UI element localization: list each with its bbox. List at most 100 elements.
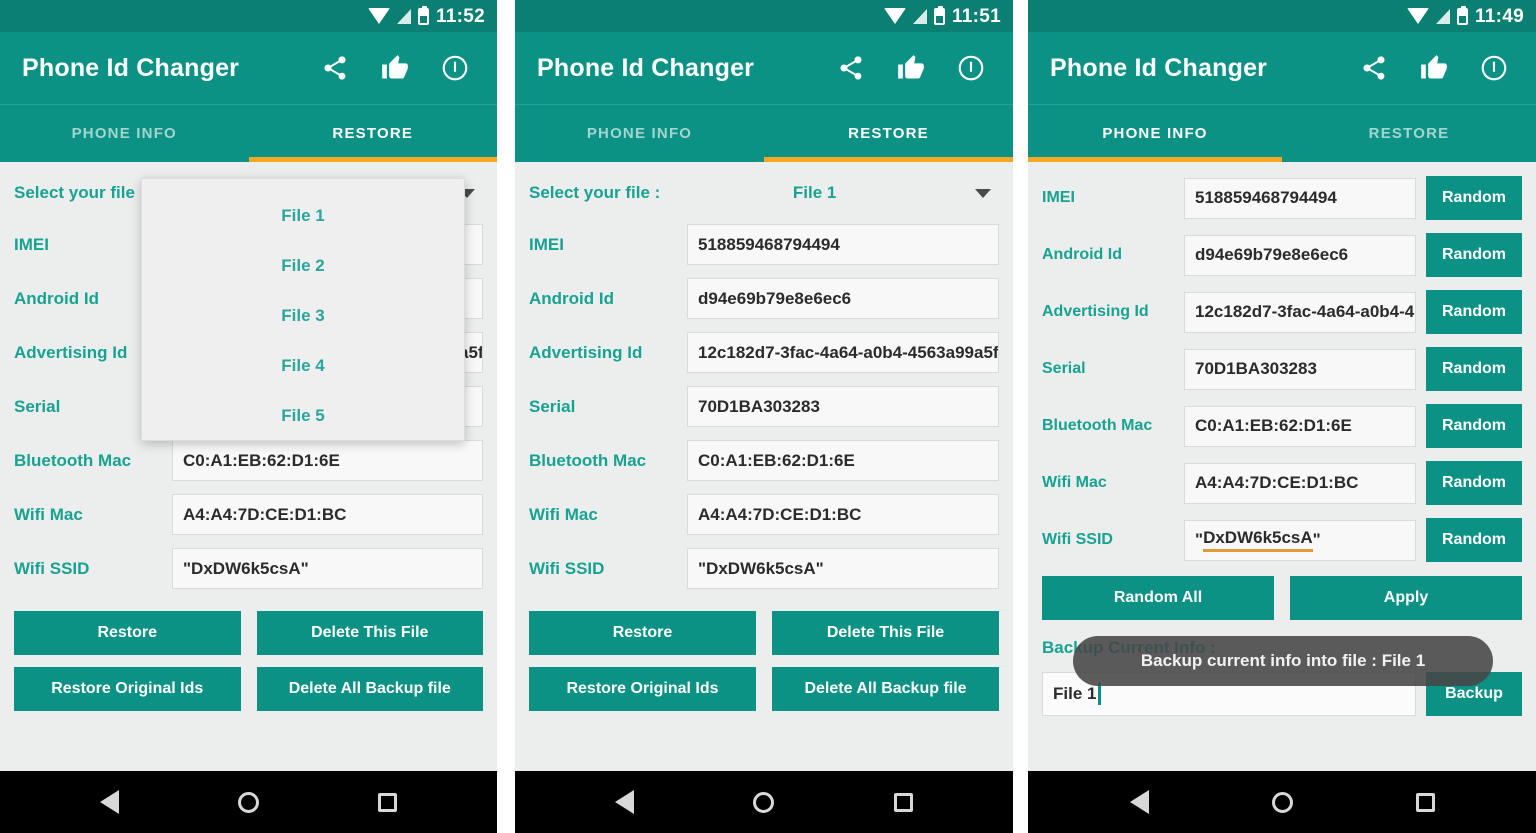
random-serial-button[interactable]: Random bbox=[1426, 347, 1522, 391]
nav-recents-icon[interactable] bbox=[1415, 792, 1435, 812]
field-row-wifi-mac: Wifi Mac A4:A4:7D:CE:D1:BC bbox=[14, 494, 483, 535]
bluetooth-mac-field[interactable]: C0:A1:EB:62:D1:6E bbox=[687, 440, 999, 481]
random-wifi-ssid-button[interactable]: Random bbox=[1426, 518, 1522, 562]
random-wifi-mac-button[interactable]: Random bbox=[1426, 461, 1522, 505]
advertising-id-label: Advertising Id bbox=[14, 342, 128, 362]
app-bar: Phone Id Changer bbox=[1028, 32, 1536, 104]
random-advertising-id-button[interactable]: Random bbox=[1426, 290, 1522, 334]
dropdown-option-file-2[interactable]: File 2 bbox=[142, 241, 464, 291]
nav-recents-icon[interactable] bbox=[894, 792, 914, 812]
share-icon[interactable] bbox=[835, 52, 867, 84]
bluetooth-mac-field[interactable]: C0:A1:EB:62:D1:6E bbox=[172, 440, 483, 481]
restore-original-ids-button[interactable]: Restore Original Ids bbox=[14, 667, 241, 711]
wifi-mac-field[interactable]: A4:A4:7D:CE:D1:BC bbox=[1184, 462, 1416, 504]
wifi-ssid-field[interactable]: "DxDW6k5csA" bbox=[1184, 519, 1416, 561]
restore-actions: Restore Delete This File Restore Origina… bbox=[14, 611, 483, 711]
thumbs-up-icon[interactable] bbox=[379, 52, 411, 84]
serial-field[interactable]: 70D1BA303283 bbox=[1184, 348, 1416, 390]
tab-phone-info[interactable]: PHONE INFO bbox=[515, 105, 764, 162]
imei-field[interactable]: 518859468794494 bbox=[687, 224, 999, 265]
advertising-id-label: Advertising Id bbox=[1042, 303, 1149, 320]
android-id-label: Android Id bbox=[529, 288, 614, 308]
tab-phone-info[interactable]: PHONE INFO bbox=[1028, 105, 1282, 162]
file-dropdown-menu[interactable]: File 1 File 2 File 3 File 4 File 5 bbox=[141, 178, 465, 441]
random-android-id-button[interactable]: Random bbox=[1426, 233, 1522, 277]
nav-back-icon[interactable] bbox=[99, 790, 119, 814]
dropdown-option-file-5[interactable]: File 5 bbox=[142, 391, 464, 441]
random-all-button[interactable]: Random All bbox=[1042, 576, 1274, 620]
share-icon[interactable] bbox=[319, 52, 351, 84]
restore-original-ids-button[interactable]: Restore Original Ids bbox=[529, 667, 756, 711]
field-row-bluetooth-mac: Bluetooth Mac C0:A1:EB:62:D1:6E Random bbox=[1042, 404, 1522, 448]
file-selector-row[interactable]: Select your file : File 1 bbox=[529, 162, 999, 224]
tab-bar: PHONE INFO RESTORE bbox=[1028, 104, 1536, 162]
tab-restore[interactable]: RESTORE bbox=[1282, 105, 1536, 162]
app-bar-actions bbox=[319, 52, 479, 84]
wifi-mac-field[interactable]: A4:A4:7D:CE:D1:BC bbox=[687, 494, 999, 535]
restore-button[interactable]: Restore bbox=[529, 611, 756, 655]
field-row-advertising-id: Advertising Id 12c182d7-3fac-4a64-a0b4-4… bbox=[1042, 290, 1522, 334]
nav-back-icon[interactable] bbox=[614, 790, 634, 814]
info-icon[interactable] bbox=[955, 52, 987, 84]
serial-field[interactable]: 70D1BA303283 bbox=[687, 386, 999, 427]
bluetooth-mac-field[interactable]: C0:A1:EB:62:D1:6E bbox=[1184, 405, 1416, 447]
delete-all-backup-file-button[interactable]: Delete All Backup file bbox=[772, 667, 999, 711]
field-row-wifi-mac: Wifi Mac A4:A4:7D:CE:D1:BC Random bbox=[1042, 461, 1522, 505]
bluetooth-mac-label: Bluetooth Mac bbox=[1042, 417, 1153, 434]
nav-home-icon[interactable] bbox=[237, 791, 259, 813]
screenshot-stage: 11:52 Phone Id Changer PHONE INFO RESTOR… bbox=[0, 0, 1536, 833]
select-file-label: Select your file : bbox=[14, 183, 146, 202]
nav-home-icon[interactable] bbox=[1271, 791, 1293, 813]
share-icon[interactable] bbox=[1358, 52, 1390, 84]
wifi-ssid-value: DxDW6k5csA bbox=[1203, 528, 1313, 552]
info-icon[interactable] bbox=[1478, 52, 1510, 84]
imei-field[interactable]: 518859468794494 bbox=[1184, 177, 1416, 219]
android-nav-bar bbox=[0, 771, 497, 833]
tab-restore[interactable]: RESTORE bbox=[764, 105, 1013, 162]
field-row-serial: Serial 70D1BA303283 bbox=[529, 386, 999, 427]
nav-home-icon[interactable] bbox=[753, 791, 775, 813]
delete-this-file-button[interactable]: Delete This File bbox=[772, 611, 999, 655]
status-bar: 11:51 bbox=[515, 0, 1013, 32]
advertising-id-field[interactable]: 12c182d7-3fac-4a64-a0b4-4 bbox=[1184, 291, 1416, 333]
bluetooth-mac-label: Bluetooth Mac bbox=[529, 450, 647, 470]
wifi-icon bbox=[883, 8, 906, 24]
android-id-field[interactable]: d94e69b79e8e6ec6 bbox=[1184, 234, 1416, 276]
random-bluetooth-mac-button[interactable]: Random bbox=[1426, 404, 1522, 448]
field-row-wifi-mac: Wifi Mac A4:A4:7D:CE:D1:BC bbox=[529, 494, 999, 535]
thumbs-up-icon[interactable] bbox=[1418, 52, 1450, 84]
android-id-label: Android Id bbox=[14, 288, 99, 308]
status-bar-clock: 11:49 bbox=[1474, 5, 1524, 27]
wifi-icon bbox=[367, 8, 390, 24]
delete-all-backup-file-button[interactable]: Delete All Backup file bbox=[256, 667, 483, 711]
dropdown-option-file-1[interactable]: File 1 bbox=[142, 191, 464, 241]
phone-panel-1: 11:52 Phone Id Changer PHONE INFO RESTOR… bbox=[0, 0, 497, 833]
app-title: Phone Id Changer bbox=[537, 53, 755, 82]
tab-restore[interactable]: RESTORE bbox=[248, 105, 498, 162]
dropdown-option-file-3[interactable]: File 3 bbox=[142, 291, 464, 341]
wifi-mac-field[interactable]: A4:A4:7D:CE:D1:BC bbox=[172, 494, 483, 535]
field-row-wifi-ssid: Wifi SSID "DxDW6k5csA" bbox=[529, 548, 999, 589]
nav-back-icon[interactable] bbox=[1129, 790, 1149, 814]
random-imei-button[interactable]: Random bbox=[1426, 176, 1522, 220]
android-id-field[interactable]: d94e69b79e8e6ec6 bbox=[687, 278, 999, 319]
chevron-down-icon[interactable] bbox=[975, 188, 991, 198]
dropdown-option-file-4[interactable]: File 4 bbox=[142, 341, 464, 391]
wifi-ssid-field[interactable]: "DxDW6k5csA" bbox=[172, 548, 483, 589]
tab-bar: PHONE INFO RESTORE bbox=[0, 104, 497, 162]
tab-bar: PHONE INFO RESTORE bbox=[515, 104, 1013, 162]
status-bar-clock: 11:51 bbox=[951, 5, 1001, 27]
wifi-ssid-field[interactable]: "DxDW6k5csA" bbox=[687, 548, 999, 589]
app-title: Phone Id Changer bbox=[22, 53, 240, 82]
thumbs-up-icon[interactable] bbox=[895, 52, 927, 84]
text-cursor bbox=[1098, 683, 1102, 705]
apply-button[interactable]: Apply bbox=[1290, 576, 1522, 620]
restore-button[interactable]: Restore bbox=[14, 611, 241, 655]
field-row-android-id: Android Id d94e69b79e8e6ec6 Random bbox=[1042, 233, 1522, 277]
advertising-id-field[interactable]: 12c182d7-3fac-4a64-a0b4-4563a99a5f bbox=[687, 332, 999, 373]
info-icon[interactable] bbox=[439, 52, 471, 84]
delete-this-file-button[interactable]: Delete This File bbox=[256, 611, 483, 655]
tab-phone-info[interactable]: PHONE INFO bbox=[0, 105, 249, 162]
nav-recents-icon[interactable] bbox=[378, 792, 398, 812]
imei-label: IMEI bbox=[14, 234, 49, 254]
